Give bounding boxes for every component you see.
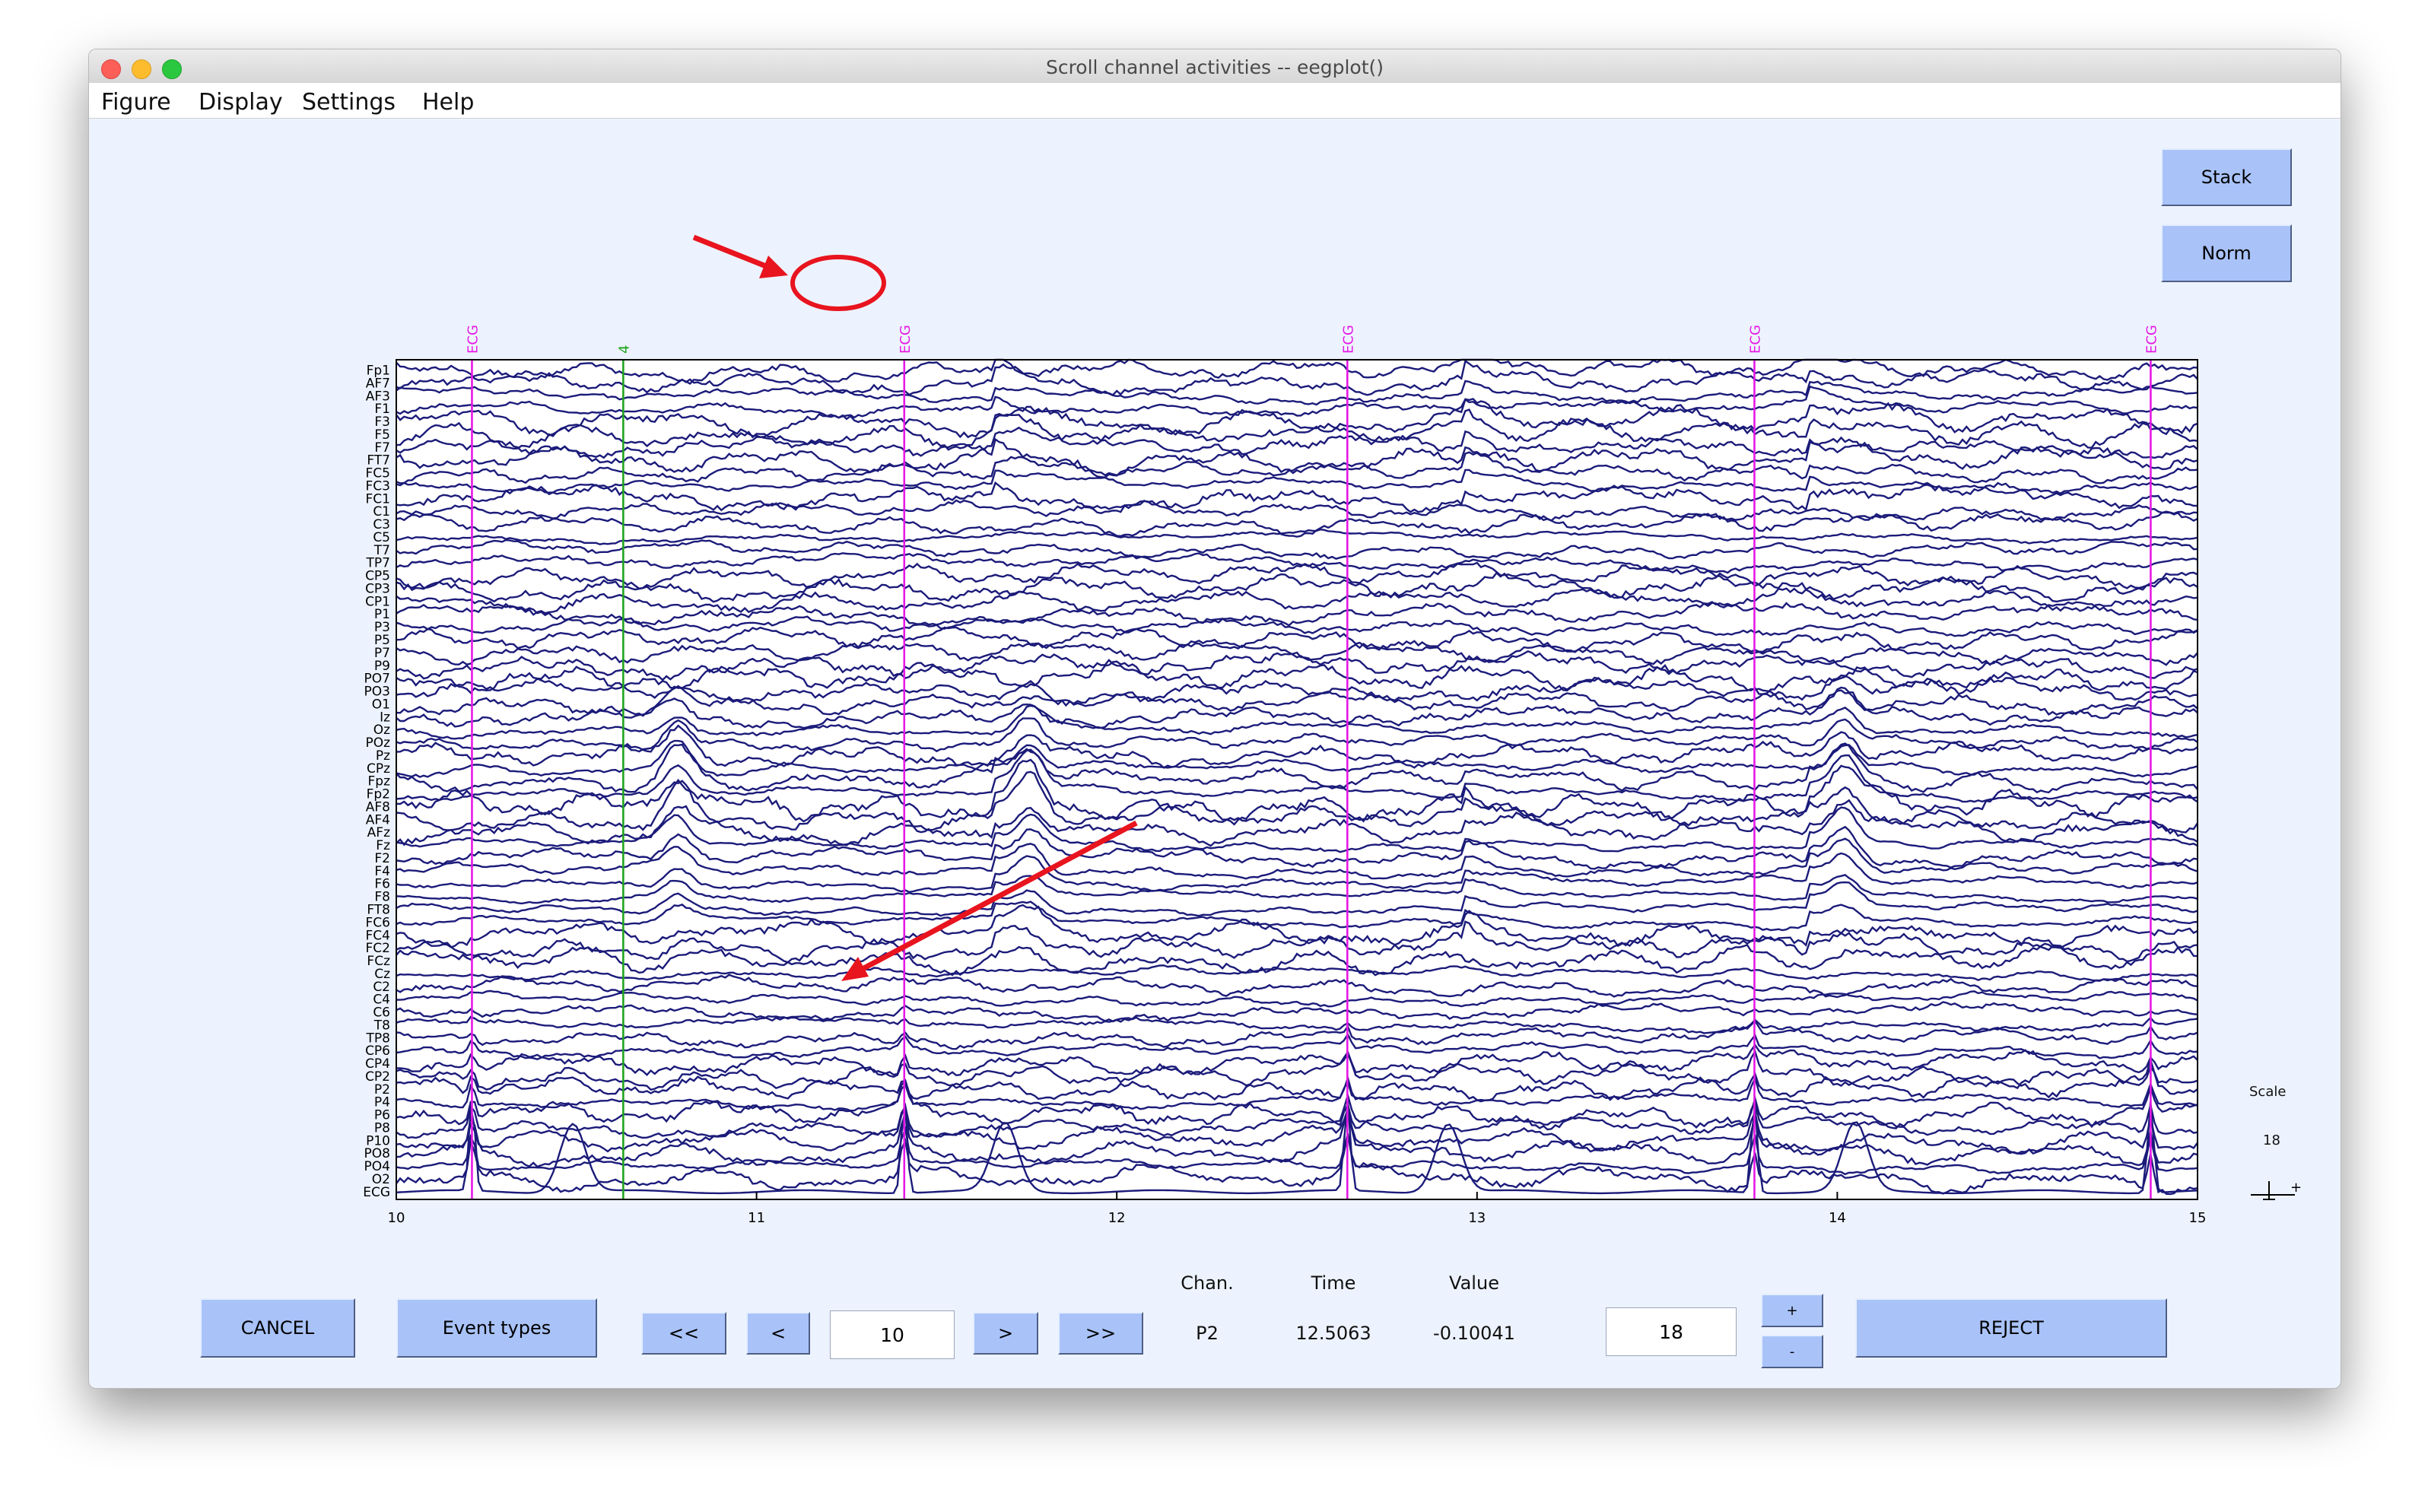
annotation-arrow-bottom [841,820,1138,981]
annotation-arrow-top [692,234,788,278]
annotation-circle [790,255,886,311]
annotation-overlay [692,234,1138,981]
